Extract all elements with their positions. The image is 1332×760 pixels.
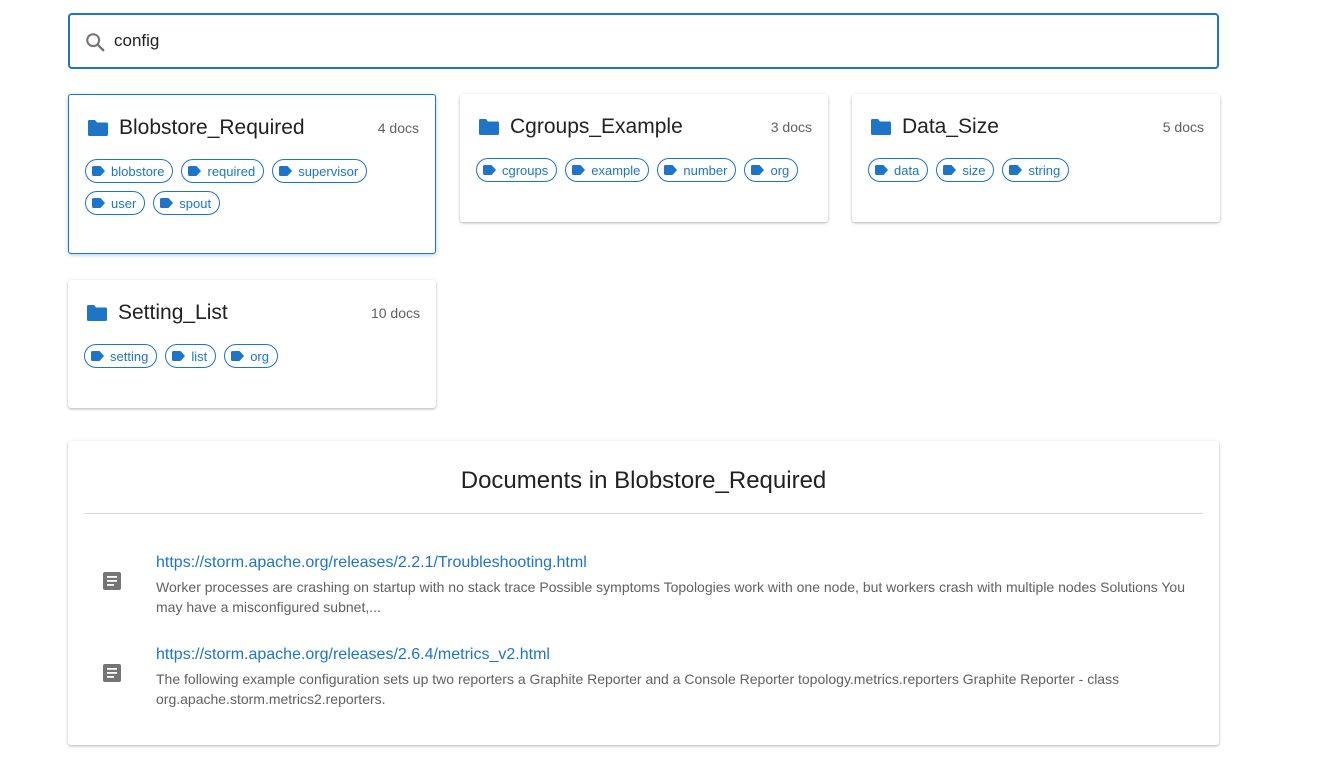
tag-label: list xyxy=(191,348,208,364)
document-snippet: Worker processes are crashing on startup… xyxy=(156,579,1185,615)
tag-icon xyxy=(91,351,104,361)
tag-chip[interactable]: number xyxy=(657,158,737,182)
tag-label: cgroups xyxy=(502,162,549,178)
document-icon xyxy=(103,664,121,682)
tag-chip[interactable]: required xyxy=(181,159,265,183)
folder-icon xyxy=(88,120,108,136)
tag-list: blobstore required supervisor user spout xyxy=(85,159,423,223)
tag-icon xyxy=(172,351,186,361)
card-doc-count: 4 docs xyxy=(377,120,419,136)
collection-card-setting-list[interactable]: Setting_List 10 docs setting list org xyxy=(68,280,436,408)
tag-label: org xyxy=(770,162,790,178)
tag-chip[interactable]: spout xyxy=(153,191,221,215)
documents-panel-title: Documents in Blobstore_Required xyxy=(460,467,827,494)
card-doc-count: 5 docs xyxy=(1162,119,1204,135)
tag-chip[interactable]: string xyxy=(1002,158,1070,182)
folder-icon xyxy=(87,305,107,321)
tag-chip[interactable]: example xyxy=(565,158,650,182)
tag-label: org xyxy=(250,348,269,364)
search-icon xyxy=(86,33,105,52)
document-item: https://storm.apache.org/releases/2.6.4/… xyxy=(68,646,1219,716)
tag-icon xyxy=(751,165,765,175)
tag-chip[interactable]: size xyxy=(936,158,995,182)
card-title: Setting_List xyxy=(118,301,228,324)
tag-icon xyxy=(92,198,105,208)
tag-label: number xyxy=(683,162,728,178)
tag-label: size xyxy=(962,162,986,178)
search-input[interactable] xyxy=(114,15,1204,67)
tag-label: user xyxy=(111,195,137,211)
tag-label: spout xyxy=(179,195,212,211)
card-title: Data_Size xyxy=(902,115,999,138)
document-link[interactable]: https://storm.apache.org/releases/2.6.4/… xyxy=(156,646,550,664)
tag-icon xyxy=(664,165,678,175)
tag-chip[interactable]: user xyxy=(85,191,146,215)
tag-icon xyxy=(279,166,293,176)
folder-icon xyxy=(871,119,891,135)
collection-card-data-size[interactable]: Data_Size 5 docs data size string xyxy=(852,94,1220,222)
tag-icon xyxy=(483,165,496,175)
document-item: https://storm.apache.org/releases/2.2.1/… xyxy=(68,554,1219,624)
tag-label: setting xyxy=(110,348,149,364)
tag-list: setting list org xyxy=(84,344,424,376)
tag-chip[interactable]: cgroups xyxy=(476,158,558,182)
document-link[interactable]: https://storm.apache.org/releases/2.2.1/… xyxy=(156,554,587,572)
tag-chip[interactable]: blobstore xyxy=(85,159,174,183)
document-snippet: The following example configuration sets… xyxy=(156,671,1120,707)
tag-label: data xyxy=(894,162,920,178)
tag-label: example xyxy=(591,162,641,178)
documents-panel: Documents in Blobstore_Required https://… xyxy=(68,441,1219,745)
tag-icon xyxy=(943,165,957,175)
document-icon xyxy=(103,572,121,590)
card-doc-count: 10 docs xyxy=(370,305,420,321)
divider xyxy=(84,513,1203,514)
tag-icon xyxy=(92,166,105,176)
tag-chip[interactable]: org xyxy=(224,344,278,368)
tag-chip[interactable]: org xyxy=(744,158,799,182)
folder-icon xyxy=(479,119,499,135)
card-doc-count: 3 docs xyxy=(770,119,812,135)
tag-chip[interactable]: list xyxy=(165,344,217,368)
tag-label: required xyxy=(207,163,256,179)
tag-list: cgroups example number org xyxy=(476,158,816,190)
collection-card-cgroups-example[interactable]: Cgroups_Example 3 docs cgroups example n… xyxy=(460,94,828,222)
collection-card-blobstore-required[interactable]: Blobstore_Required 4 docs blobstore requ… xyxy=(68,94,436,254)
tag-icon xyxy=(231,351,245,361)
tag-label: string xyxy=(1028,162,1061,178)
search-bar[interactable] xyxy=(68,13,1219,69)
tag-icon xyxy=(572,165,586,175)
tag-icon xyxy=(1009,165,1023,175)
tag-label: supervisor xyxy=(298,163,359,179)
tag-icon xyxy=(188,166,202,176)
tag-label: blobstore xyxy=(111,163,165,179)
tag-icon xyxy=(160,198,174,208)
card-title: Blobstore_Required xyxy=(119,116,305,139)
tag-list: data size string xyxy=(868,158,1208,190)
tag-icon xyxy=(875,165,888,175)
tag-chip[interactable]: supervisor xyxy=(272,159,368,183)
tag-chip[interactable]: setting xyxy=(84,344,158,368)
card-title: Cgroups_Example xyxy=(510,115,683,138)
tag-chip[interactable]: data xyxy=(868,158,929,182)
